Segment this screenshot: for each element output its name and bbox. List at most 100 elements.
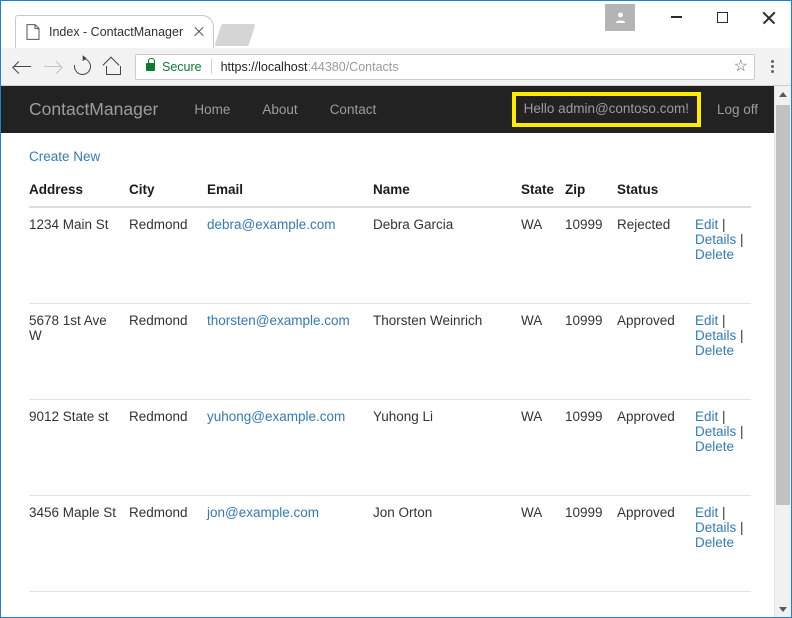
cell-state: WA — [521, 207, 565, 304]
site-brand[interactable]: ContactManager — [29, 99, 158, 120]
page-content: Create New Address City Email Name State… — [1, 133, 791, 592]
browser-window: Index - ContactManager Secure https://lo… — [0, 0, 792, 618]
action-separator: | — [722, 217, 726, 232]
star-icon[interactable]: ☆ — [734, 58, 748, 75]
details-link[interactable]: Details — [695, 328, 736, 343]
delete-link[interactable]: Delete — [695, 535, 734, 550]
delete-link[interactable]: Delete — [695, 247, 734, 262]
site-navbar: ContactManager Home About Contact Hello … — [1, 86, 791, 133]
column-header-address: Address — [29, 182, 129, 208]
cell-zip: 10999 — [565, 207, 617, 304]
url-host: https://localhost — [220, 59, 308, 74]
security-status-label: Secure — [162, 59, 202, 74]
table-header-row: Address City Email Name State Zip Status — [29, 182, 751, 208]
reload-button[interactable] — [67, 52, 97, 82]
column-header-name: Name — [373, 182, 521, 208]
action-separator: | — [722, 312, 726, 328]
address-bar[interactable]: Secure https://localhost:44380/Contacts … — [135, 53, 755, 80]
address-bar-url: https://localhost:44380/Contacts — [221, 60, 399, 74]
browser-tab[interactable]: Index - ContactManager — [15, 15, 215, 48]
url-path: :44380/Contacts — [307, 59, 399, 74]
profile-icon[interactable] — [605, 3, 635, 31]
tab-close-icon[interactable] — [191, 24, 207, 40]
maximize-button[interactable] — [699, 2, 745, 32]
action-separator: | — [722, 504, 726, 520]
page-viewport: ContactManager Home About Contact Hello … — [1, 86, 791, 617]
forward-arrow-icon — [43, 60, 61, 74]
cell-state: WA — [521, 495, 565, 592]
nav-link-contact[interactable]: Contact — [330, 102, 377, 117]
details-link[interactable]: Details — [695, 232, 736, 247]
email-link[interactable]: jon@example.com — [207, 505, 319, 520]
column-header-status: Status — [617, 182, 695, 208]
browser-toolbar: Secure https://localhost:44380/Contacts … — [1, 48, 791, 86]
tab-strip: Index - ContactManager — [1, 1, 791, 48]
edit-link[interactable]: Edit — [695, 313, 718, 328]
email-link[interactable]: debra@example.com — [207, 217, 336, 232]
cell-zip: 10999 — [565, 495, 617, 592]
edit-link[interactable]: Edit — [695, 217, 718, 232]
kebab-menu-icon[interactable] — [761, 54, 783, 80]
table-row: 9012 State st Redmond yuhong@example.com… — [29, 399, 751, 496]
lock-icon — [146, 57, 156, 71]
contacts-table-head: Address City Email Name State Zip Status — [29, 182, 751, 208]
cell-email: debra@example.com — [207, 207, 373, 304]
action-separator: | — [722, 408, 726, 424]
navbar-right: Hello admin@contoso.com! Log off — [511, 92, 776, 127]
new-tab-button[interactable] — [214, 24, 256, 46]
log-off-link[interactable]: Log off — [717, 102, 758, 117]
column-header-city: City — [129, 182, 207, 208]
contacts-table: Address City Email Name State Zip Status… — [29, 182, 751, 592]
greeting-highlight-box: Hello admin@contoso.com! — [511, 92, 701, 127]
page-icon — [26, 24, 40, 40]
scroll-down-arrow-icon[interactable] — [775, 601, 791, 617]
scroll-up-arrow-icon[interactable] — [775, 86, 791, 103]
cell-status: Approved — [617, 495, 695, 592]
action-separator: | — [740, 519, 744, 535]
cell-city: Redmond — [129, 303, 207, 400]
delete-link[interactable]: Delete — [695, 439, 734, 454]
page-scrollbar[interactable] — [774, 86, 791, 617]
details-link[interactable]: Details — [695, 520, 736, 535]
action-separator: | — [740, 327, 744, 343]
home-icon — [103, 59, 121, 75]
close-window-button[interactable] — [745, 2, 791, 32]
cell-state: WA — [521, 303, 565, 400]
nav-link-home[interactable]: Home — [194, 102, 230, 117]
table-row: 1234 Main St Redmond debra@example.com D… — [29, 207, 751, 304]
greeting-text[interactable]: Hello admin@contoso.com! — [524, 101, 689, 116]
cell-state: WA — [521, 399, 565, 496]
cell-actions: Edit | Details | Delete — [695, 495, 751, 592]
email-link[interactable]: thorsten@example.com — [207, 313, 350, 328]
cell-address: 9012 State st — [29, 399, 129, 496]
scrollbar-thumb[interactable] — [776, 105, 790, 505]
cell-name: Yuhong Li — [373, 399, 521, 496]
reload-icon — [70, 54, 94, 79]
delete-link[interactable]: Delete — [695, 343, 734, 358]
cell-status: Rejected — [617, 207, 695, 304]
forward-button[interactable] — [37, 52, 67, 82]
create-new-link[interactable]: Create New — [29, 149, 100, 164]
cell-status: Approved — [617, 303, 695, 400]
edit-link[interactable]: Edit — [695, 505, 718, 520]
email-link[interactable]: yuhong@example.com — [207, 409, 345, 424]
cell-email: jon@example.com — [207, 495, 373, 592]
minimize-button[interactable] — [653, 2, 699, 32]
details-link[interactable]: Details — [695, 424, 736, 439]
cell-actions: Edit | Details | Delete — [695, 207, 751, 304]
back-arrow-icon — [13, 60, 31, 74]
tab-title: Index - ContactManager — [49, 25, 184, 39]
window-controls — [605, 1, 791, 33]
action-separator: | — [740, 423, 744, 439]
back-button[interactable] — [7, 52, 37, 82]
contacts-table-body: 1234 Main St Redmond debra@example.com D… — [29, 207, 751, 592]
cell-name: Debra Garcia — [373, 207, 521, 304]
cell-address: 5678 1st Ave W — [29, 303, 129, 400]
cell-email: yuhong@example.com — [207, 399, 373, 496]
cell-actions: Edit | Details | Delete — [695, 303, 751, 400]
cell-city: Redmond — [129, 207, 207, 304]
cell-actions: Edit | Details | Delete — [695, 399, 751, 496]
nav-link-about[interactable]: About — [262, 102, 297, 117]
edit-link[interactable]: Edit — [695, 409, 718, 424]
home-button[interactable] — [97, 52, 127, 82]
